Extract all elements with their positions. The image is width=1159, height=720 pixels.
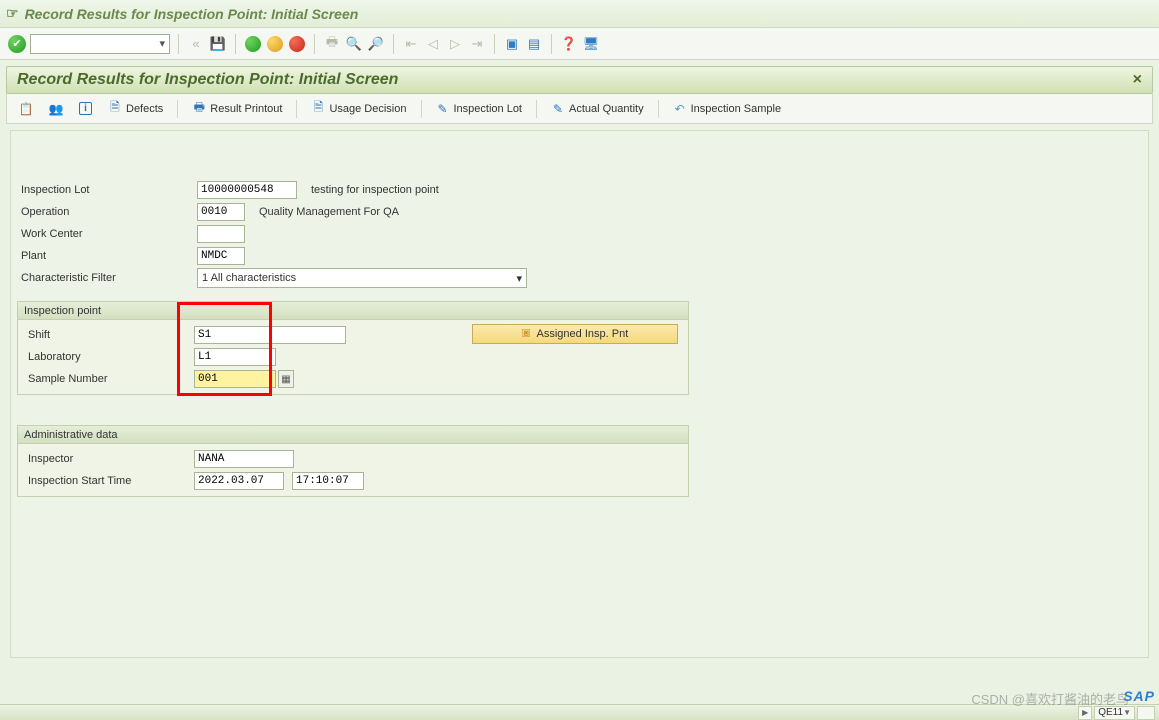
- toolbar-separator: [494, 34, 495, 54]
- print-icon[interactable]: 🖶: [323, 35, 341, 53]
- exit-ball-icon[interactable]: [266, 35, 284, 53]
- inspector-label: Inspector: [24, 453, 194, 465]
- table-icon: 🞖: [522, 328, 531, 341]
- close-icon[interactable]: ×: [1133, 71, 1142, 89]
- system-toolbar: ✔ « 💾 🖶 🔍 🔎 ⇤ ◁ ▷ ⇥ ▣ ▤ ❓ 🖥: [0, 28, 1159, 60]
- window-title-bar: ☞ Record Results for Inspection Point: I…: [0, 0, 1159, 28]
- enter-icon[interactable]: ✔: [8, 35, 26, 53]
- cancel-ball-icon[interactable]: [288, 35, 306, 53]
- inspection-lot-desc: testing for inspection point: [311, 184, 439, 196]
- app-btn-info[interactable]: i: [73, 100, 98, 117]
- actual-quantity-label: Actual Quantity: [569, 103, 644, 115]
- plant-label: Plant: [19, 250, 197, 262]
- next-page-icon[interactable]: ▷: [446, 35, 464, 53]
- chevron-right-icon: ▶: [1082, 708, 1088, 717]
- result-printout-button[interactable]: 🖶 Result Printout: [186, 100, 288, 118]
- back-icon[interactable]: «: [187, 35, 205, 53]
- operation-input[interactable]: [197, 203, 245, 221]
- sample-number-input[interactable]: [194, 370, 276, 388]
- app-separator: [658, 100, 659, 118]
- toolbar-separator: [235, 34, 236, 54]
- clipboard-icon: 📋: [19, 102, 33, 116]
- new-session-icon[interactable]: ▣: [503, 35, 521, 53]
- prev-page-icon[interactable]: ◁: [424, 35, 442, 53]
- help-icon[interactable]: ❓: [560, 35, 578, 53]
- inspection-point-group-title: Inspection point: [18, 302, 688, 320]
- shift-input[interactable]: [194, 326, 346, 344]
- inspection-lot-label: Inspection Lot: [19, 184, 197, 196]
- shortcut-icon[interactable]: ▤: [525, 35, 543, 53]
- defects-label: Defects: [126, 103, 163, 115]
- inspection-sample-label: Inspection Sample: [691, 103, 782, 115]
- first-page-icon[interactable]: ⇤: [402, 35, 420, 53]
- actual-quantity-button[interactable]: ✎ Actual Quantity: [545, 100, 650, 118]
- screen-title: Record Results for Inspection Point: Ini…: [17, 71, 398, 89]
- application-toolbar: 📋 👥 i 🗎 Defects 🖶 Result Printout 🗎 Usage D…: [6, 94, 1153, 124]
- defects-button[interactable]: 🗎 Defects: [102, 100, 169, 118]
- tcode-label: QE11: [1098, 707, 1123, 718]
- command-field[interactable]: [30, 34, 170, 54]
- main-content: Inspection Lot testing for inspection po…: [10, 130, 1149, 658]
- toolbar-separator: [178, 34, 179, 54]
- char-filter-value: 1 All characteristics: [202, 272, 296, 284]
- info-icon: i: [79, 102, 92, 115]
- char-filter-select[interactable]: 1 All characteristics ▾: [197, 268, 527, 288]
- f4-help-button[interactable]: ▦: [278, 370, 294, 388]
- undo-icon: ↶: [673, 102, 687, 116]
- document-icon: 🗎: [108, 102, 122, 116]
- inspection-lot-button[interactable]: ✎ Inspection Lot: [430, 100, 529, 118]
- pencil-icon: ✎: [551, 102, 565, 116]
- people-icon: 👥: [49, 102, 63, 116]
- usage-decision-button[interactable]: 🗎 Usage Decision: [305, 100, 412, 118]
- window-icon: ☞: [6, 5, 19, 22]
- inspector-input[interactable]: [194, 450, 294, 468]
- document-icon: 🗎: [311, 102, 325, 116]
- work-center-label: Work Center: [19, 228, 197, 240]
- admin-group-title: Administrative data: [18, 426, 688, 444]
- back-ball-icon[interactable]: [244, 35, 262, 53]
- screen-title-bar: Record Results for Inspection Point: Ini…: [6, 66, 1153, 94]
- operation-label: Operation: [19, 206, 197, 218]
- layout-icon[interactable]: 🖥: [582, 35, 600, 53]
- watermark-text: CSDN @喜欢打酱油的老鸟: [971, 689, 1129, 708]
- assigned-insp-pnt-label: Assigned Insp. Pnt: [537, 328, 629, 340]
- toolbar-separator: [314, 34, 315, 54]
- pencil-icon: ✎: [436, 102, 450, 116]
- app-separator: [177, 100, 178, 118]
- usage-decision-label: Usage Decision: [329, 103, 406, 115]
- char-filter-label: Characteristic Filter: [19, 272, 197, 284]
- plant-input[interactable]: [197, 247, 245, 265]
- work-center-input[interactable]: [197, 225, 245, 243]
- status-extra[interactable]: [1137, 706, 1155, 720]
- laboratory-label: Laboratory: [24, 351, 194, 363]
- toolbar-separator: [551, 34, 552, 54]
- find-next-icon[interactable]: 🔎: [367, 35, 385, 53]
- toolbar-separator: [393, 34, 394, 54]
- save-icon[interactable]: 💾: [209, 35, 227, 53]
- app-btn-2[interactable]: 👥: [43, 100, 69, 118]
- inspection-lot-btn-label: Inspection Lot: [454, 103, 523, 115]
- inspection-start-time-input[interactable]: [292, 472, 364, 490]
- app-separator: [296, 100, 297, 118]
- assigned-insp-pnt-button[interactable]: 🞖 Assigned Insp. Pnt: [472, 324, 678, 344]
- sample-number-label: Sample Number: [24, 373, 194, 385]
- operation-desc: Quality Management For QA: [259, 206, 399, 218]
- window-title: Record Results for Inspection Point: Ini…: [25, 6, 359, 22]
- laboratory-input[interactable]: [194, 348, 276, 366]
- inspection-start-date-input[interactable]: [194, 472, 284, 490]
- result-printout-label: Result Printout: [210, 103, 282, 115]
- inspection-start-time-label: Inspection Start Time: [24, 475, 194, 487]
- app-separator: [421, 100, 422, 118]
- inspection-lot-input[interactable]: [197, 181, 297, 199]
- chevron-down-icon: ▼: [1123, 708, 1131, 717]
- app-separator: [536, 100, 537, 118]
- printer-icon: 🖶: [192, 102, 206, 116]
- find-icon[interactable]: 🔍: [345, 35, 363, 53]
- inspection-sample-button[interactable]: ↶ Inspection Sample: [667, 100, 788, 118]
- chevron-down-icon: ▾: [516, 272, 522, 285]
- app-btn-1[interactable]: 📋: [13, 100, 39, 118]
- last-page-icon[interactable]: ⇥: [468, 35, 486, 53]
- shift-label: Shift: [24, 329, 194, 341]
